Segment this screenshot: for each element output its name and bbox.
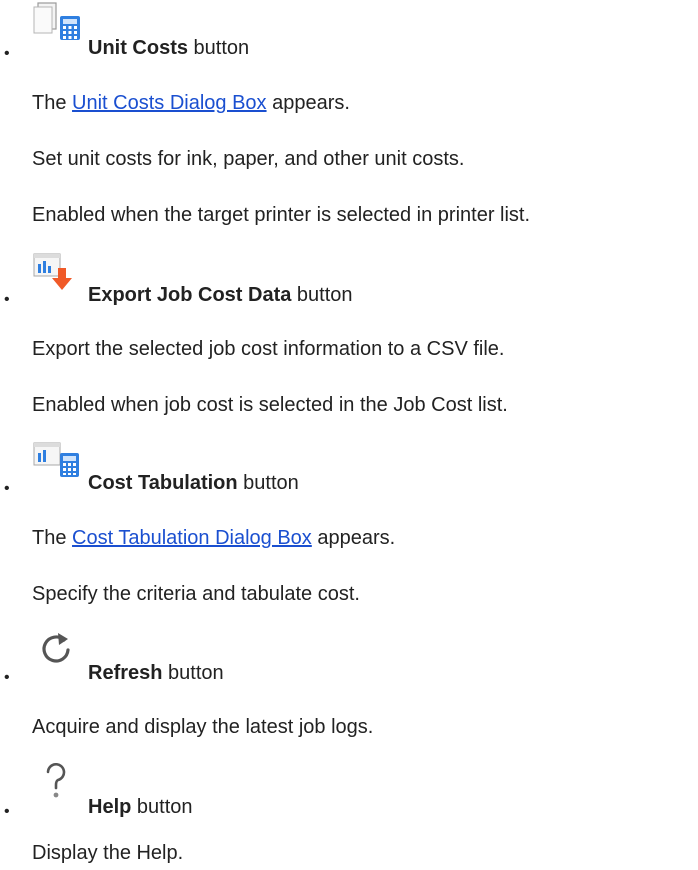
cost-tabulation-dialog-link[interactable]: Cost Tabulation Dialog Box (72, 527, 312, 549)
bullet: • (4, 45, 10, 62)
unit-costs-line-2: Set unit costs for ink, paper, and other… (32, 148, 465, 170)
cost-tabulation-title: Cost Tabulation button (88, 471, 299, 495)
unit-costs-suffix: button (188, 37, 250, 59)
help-suffix: button (131, 796, 193, 818)
bullet: • (4, 669, 10, 686)
line-suffix: appears. (311, 527, 396, 549)
line-prefix: The (32, 527, 73, 549)
cost-tabulation-line-1: The Cost Tabulation Dialog Box appears. (32, 526, 395, 550)
refresh-title: Refresh button (88, 661, 224, 685)
unit-costs-title: Unit Costs button (88, 36, 249, 60)
line-suffix: appears. (266, 92, 350, 114)
export-job-cost-name: Export Job Cost Data (88, 284, 292, 306)
line-prefix: The (32, 92, 73, 114)
help-title: Help button (88, 795, 193, 819)
unit-costs-name: Unit Costs (88, 37, 188, 59)
bullet: • (4, 480, 10, 497)
bullet: • (4, 291, 10, 308)
help-icon (46, 763, 66, 798)
unit-costs-line-3: Enabled when the target printer is selec… (32, 204, 531, 226)
export-job-cost-line-2: Enabled when job cost is selected in the… (32, 394, 508, 416)
cost-tabulation-icon (33, 442, 79, 477)
refresh-suffix: button (162, 662, 224, 684)
export-job-cost-suffix: button (291, 284, 353, 306)
export-job-cost-title: Export Job Cost Data button (88, 283, 353, 307)
refresh-line-1: Acquire and display the latest job logs. (32, 716, 374, 738)
bullet: • (4, 803, 10, 820)
refresh-name: Refresh (88, 662, 163, 684)
help-name: Help (88, 796, 132, 818)
unit-costs-line-1: The Unit Costs Dialog Box appears. (32, 91, 350, 115)
refresh-icon (42, 633, 70, 663)
export-job-cost-line-1: Export the selected job cost information… (32, 338, 505, 360)
unit-costs-icon (33, 2, 80, 40)
cost-tabulation-name: Cost Tabulation (88, 472, 238, 494)
cost-tabulation-line-2: Specify the criteria and tabulate cost. (32, 583, 360, 605)
cost-tabulation-suffix: button (237, 472, 299, 494)
export-job-cost-icon (33, 253, 72, 290)
unit-costs-dialog-link[interactable]: Unit Costs Dialog Box (72, 92, 267, 114)
help-line-1: Display the Help. (32, 842, 184, 864)
